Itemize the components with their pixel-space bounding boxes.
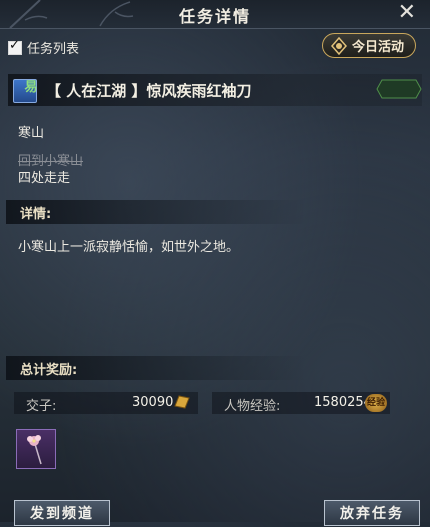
rewards-heading: 总计奖励:	[20, 363, 78, 378]
details-text: 小寒山上一派寂静恬愉，如世外之地。	[18, 240, 240, 255]
currency-reward-row: 交子: 30090	[14, 392, 198, 414]
gold-coin-icon	[174, 395, 190, 409]
abandon-quest-button[interactable]: 放弃任务	[324, 500, 420, 526]
exp-label: 人物经验:	[224, 399, 281, 414]
exp-badge-icon: 经验	[365, 394, 387, 412]
exp-reward-row: 人物经验: 1580254 经验	[212, 392, 390, 414]
send-to-channel-button[interactable]: 发到频道	[14, 500, 110, 526]
quest-title: 【 人在江湖 】惊风疾雨红袖刀	[46, 82, 252, 100]
task-list-label: 任务列表	[27, 42, 80, 57]
task-list-checkbox[interactable]	[8, 38, 22, 55]
lantern-icon	[331, 36, 347, 55]
window-title: 任务详情	[178, 7, 251, 26]
details-heading: 详情:	[20, 207, 52, 222]
task-list-toggle[interactable]: 任务列表	[8, 38, 79, 57]
flower-hairpin-icon	[27, 435, 42, 465]
quest-header: 【 人在江湖 】惊风疾雨红袖刀 易	[8, 74, 422, 106]
title-bar: 任务详情 ✕	[0, 0, 430, 29]
exp-value: 1580254	[314, 395, 372, 410]
reward-item-slot[interactable]	[16, 429, 56, 469]
currency-label: 交子:	[26, 399, 57, 414]
today-activity-label: 今日活动	[352, 40, 405, 55]
difficulty-badge-icon	[376, 79, 422, 99]
close-icon[interactable]: ✕	[398, 1, 416, 25]
today-activity-button[interactable]: 今日活动	[322, 33, 416, 58]
current-step: 四处走走	[18, 171, 71, 186]
currency-value: 30090	[132, 395, 174, 410]
details-heading-bar: 详情:	[6, 200, 306, 224]
rewards-heading-bar: 总计奖励:	[6, 356, 306, 380]
quest-location: 寒山	[18, 126, 45, 141]
difficulty-label: 易	[24, 80, 38, 95]
